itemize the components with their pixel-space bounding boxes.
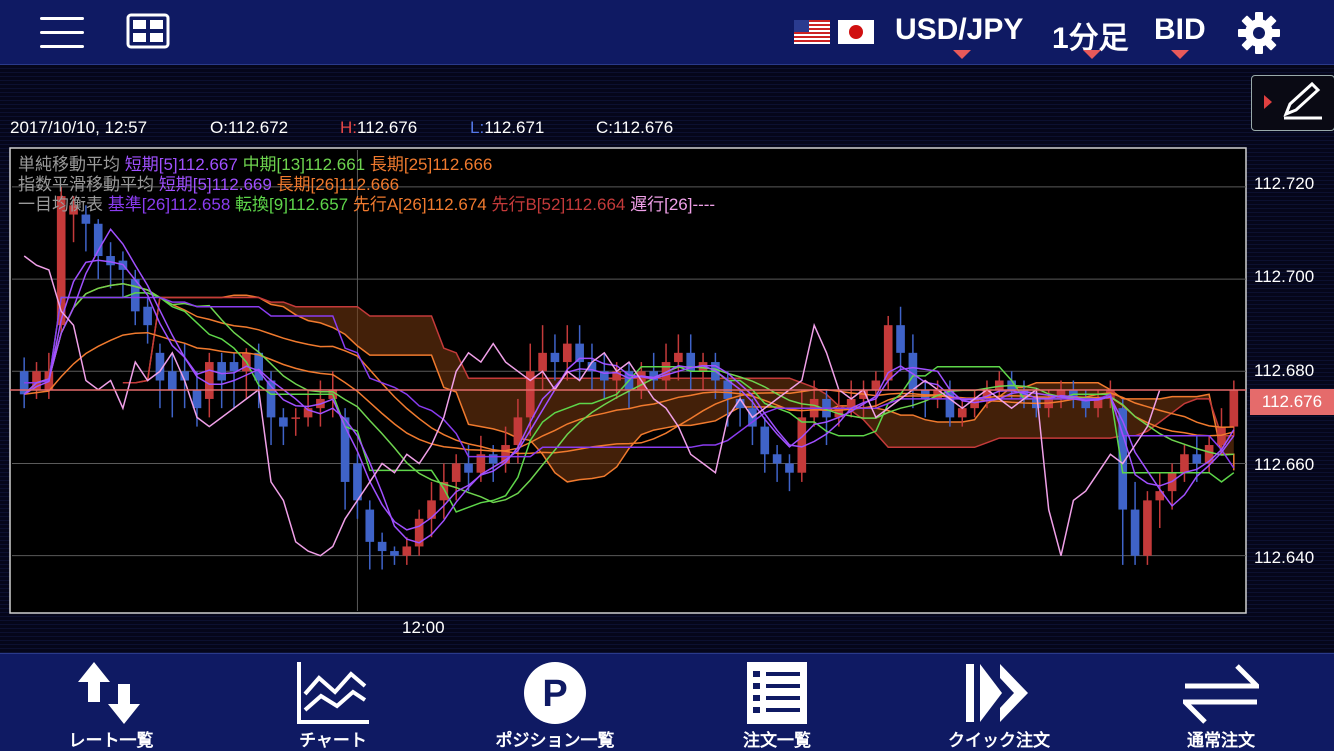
price-axis-tick: 112.640 (1254, 548, 1315, 567)
candle-body (143, 306, 152, 326)
candle-body (1143, 500, 1152, 556)
candle-body (957, 408, 967, 418)
candle-body (896, 325, 905, 353)
candle-body (81, 214, 91, 224)
nav-rate-list-label: レート一覧 (68, 731, 154, 750)
price-axis-tick: 112.720 (1254, 174, 1315, 193)
candlestick-chart[interactable] (0, 0, 1334, 653)
price-axis-tick: 112.660 (1254, 455, 1315, 474)
candle-body (254, 352, 264, 381)
current-price-tag: 112.676 (1250, 389, 1334, 415)
candle-body (785, 463, 794, 473)
legend-ichimoku-span-b: 先行B[52]112.664 (491, 195, 626, 214)
candle-body (365, 509, 375, 542)
chart-icon (297, 662, 369, 724)
legend-ichimoku-span-a: 先行A[26]112.674 (352, 195, 487, 214)
normal-order-icon (1183, 664, 1259, 724)
candle-body (106, 256, 115, 266)
nav-normal-order-label: 通常注文 (1187, 731, 1255, 750)
nav-chart-label: チャート (299, 731, 367, 750)
nav-order-list[interactable]: 注文一覧 (666, 654, 888, 751)
price-axis-tick: 112.680 (1254, 361, 1315, 380)
legend-ichimoku-name: 一目均衡表 (18, 195, 103, 214)
candle-body (229, 362, 239, 372)
candle-body (451, 463, 461, 482)
nav-normal-order[interactable]: 通常注文 (1110, 654, 1332, 751)
position-p-icon: P (524, 662, 586, 724)
candle-body (674, 352, 683, 363)
candle-body (279, 417, 288, 427)
candle-body (550, 352, 560, 363)
legend-ichimoku-lagging: 遅行[26]---- (630, 195, 716, 214)
time-axis-label: 12:00 (402, 618, 445, 637)
candle-body (205, 362, 214, 399)
nav-order-list-label: 注文一覧 (743, 731, 811, 750)
nav-position-list[interactable]: P ポジション一覧 (444, 654, 666, 751)
legend-ichimoku-conversion: 転換[9]112.657 (235, 195, 349, 214)
candle-body (56, 196, 66, 326)
candle-body (760, 426, 770, 455)
price-axis-tick: 112.700 (1254, 267, 1315, 286)
candle-body (464, 463, 473, 473)
candle-body (1192, 454, 1202, 464)
legend-ichimoku: 一目均衡表 基準[26]112.658 転換[9]112.657 先行A[26]… (18, 190, 715, 215)
candle-body (501, 445, 510, 464)
legend-ichimoku-base: 基準[26]112.658 (107, 195, 231, 214)
candle-body (871, 380, 881, 390)
candle-body (427, 500, 436, 519)
candle-body (1180, 454, 1189, 473)
nav-quick-order-label: クイック注文 (948, 731, 1050, 750)
nav-quick-order[interactable]: クイック注文 (888, 654, 1110, 751)
rate-arrows-icon (78, 662, 140, 724)
candle-body (192, 389, 202, 409)
nav-rate-list[interactable]: レート一覧 (0, 654, 222, 751)
bottom-nav: レート一覧 チャート P ポジション一覧 注文一覧 クイック注文 通常注文 (0, 653, 1334, 751)
candle-body (291, 417, 301, 419)
candle-body (167, 371, 177, 390)
quick-order-icon (966, 664, 1028, 722)
svg-text:P: P (542, 673, 567, 715)
candle-body (1130, 509, 1140, 556)
candle-body (377, 541, 387, 552)
nav-chart[interactable]: チャート (222, 654, 444, 751)
candle-body (562, 343, 572, 363)
candle-body (488, 454, 498, 464)
candle-body (538, 352, 547, 372)
candle-body (994, 380, 1004, 390)
order-list-icon (747, 662, 807, 724)
candle-body (390, 551, 399, 556)
candle-body (772, 454, 782, 464)
candle-body (217, 362, 226, 381)
candle-body (1229, 389, 1239, 427)
candle-body (402, 546, 412, 556)
nav-position-list-label: ポジション一覧 (495, 731, 615, 750)
